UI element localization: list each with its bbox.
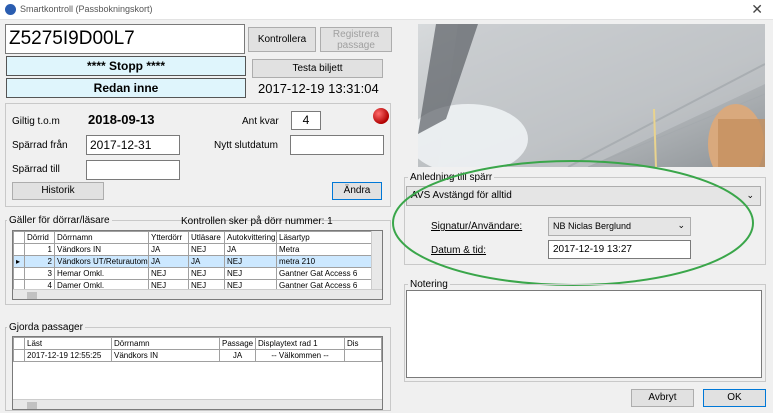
table-cell: 3	[24, 267, 55, 280]
table-cell: Dörrnamn	[111, 337, 220, 350]
table-cell: JA	[188, 255, 225, 268]
table-cell: NEJ	[224, 267, 277, 280]
table-cell: 2	[24, 255, 55, 268]
table-cell: NEJ	[148, 267, 189, 280]
doors-title: Gäller för dörrar/läsare	[7, 215, 112, 226]
table-cell: Vändkors IN	[54, 243, 149, 256]
sparrad-fran-field[interactable]: 2017-12-31	[86, 135, 180, 155]
ok-button[interactable]: OK	[703, 389, 766, 407]
table-cell: metra 210	[276, 255, 373, 268]
close-icon[interactable]: ✕	[751, 1, 763, 18]
historik-button[interactable]: Historik	[12, 182, 104, 200]
table-cell: 1	[24, 243, 55, 256]
app-icon	[5, 4, 16, 15]
row-selector[interactable]	[13, 337, 25, 350]
annotation-ellipse	[392, 160, 754, 286]
red-status-dot	[373, 108, 389, 124]
table-cell: Läst	[24, 337, 112, 350]
passages-grid: Läst Dörrnamn Passage Displaytext rad 1 Dis 2…	[12, 336, 383, 410]
row-selector[interactable]	[13, 243, 25, 256]
current-datetime: 2017-12-19 13:31:04	[258, 81, 379, 96]
kontrollera-button[interactable]: Kontrollera	[248, 27, 316, 52]
title-bar: Smartkontroll (Passbokningskort) ✕	[0, 0, 773, 20]
notes-textarea[interactable]	[406, 290, 762, 378]
table-cell: NEJ	[224, 255, 277, 268]
doors-vscroll[interactable]	[371, 231, 382, 289]
status-stopp: **** Stopp ****	[6, 56, 246, 76]
table-cell: Displaytext rad 1	[255, 337, 345, 350]
antkvar-field[interactable]: 4	[291, 111, 321, 130]
camera-image	[418, 24, 765, 167]
table-cell: 2017-12-19 12:55:25	[24, 349, 112, 362]
table-cell: Hemar Omkl.	[54, 267, 149, 280]
table-cell: Dörrid	[24, 231, 55, 244]
table-cell: -- Välkommen --	[255, 349, 345, 362]
andra-button[interactable]: Ändra	[332, 182, 382, 200]
table-row[interactable]: ▸ 2 Vändkors UT/Returautom JA JA NEJ metra 210	[13, 255, 373, 268]
table-header-row[interactable]: Dörrid Dörrnamn Ytterdörr Utläsare Autokvitt…	[13, 231, 373, 244]
row-selector[interactable]: ▸	[13, 255, 25, 268]
window-title: Smartkontroll (Passbokningskort)	[20, 4, 153, 14]
doors-grid: Dörrid Dörrnamn Ytterdörr Utläsare Autokvitt…	[12, 230, 383, 300]
table-cell: JA	[148, 243, 189, 256]
table-cell: JA	[219, 349, 256, 362]
notes-title: Notering	[408, 279, 450, 290]
passages-title: Gjorda passager	[7, 322, 85, 333]
doors-hscroll-thumb[interactable]	[27, 292, 37, 299]
table-row[interactable]: 3 Hemar Omkl. NEJ NEJ NEJ Gantner Gat Access …	[13, 267, 373, 280]
camera-photo-graphic	[418, 24, 765, 167]
card-id-field[interactable]: Z5275I9D00L7	[5, 24, 245, 54]
sparrad-till-label: Spärrad till	[12, 164, 60, 175]
testa-biljett-button[interactable]: Testa biljett	[252, 59, 383, 78]
table-cell: Utläsare	[188, 231, 225, 244]
nytt-slutdatum-field[interactable]	[290, 135, 384, 155]
avbryt-button[interactable]: Avbryt	[631, 389, 694, 407]
row-selector[interactable]	[13, 349, 25, 362]
giltig-value: 2018-09-13	[88, 112, 155, 127]
table-cell: Dis	[344, 337, 382, 350]
table-cell: Ytterdörr	[148, 231, 189, 244]
row-selector[interactable]	[13, 267, 25, 280]
passages-hscroll[interactable]	[13, 399, 382, 409]
table-cell: JA	[148, 255, 189, 268]
doors-hscroll[interactable]	[13, 289, 382, 299]
table-row[interactable]: 1 Vändkors IN JA NEJ JA Metra	[13, 243, 373, 256]
antkvar-label: Ant kvar	[242, 116, 279, 127]
table-cell: Dörrnamn	[54, 231, 149, 244]
table-cell: Vändkors IN	[111, 349, 220, 362]
giltig-label: Giltig t.o.m	[12, 116, 60, 127]
kontroll-text: Kontrollen sker på dörr nummer: 1	[181, 216, 333, 227]
row-selector[interactable]	[13, 231, 25, 244]
sparrad-till-field[interactable]	[86, 160, 180, 180]
table-cell: NEJ	[188, 243, 225, 256]
status-redan-inne: Redan inne	[6, 78, 246, 98]
table-cell: Gantner Gat Access 6	[276, 267, 373, 280]
table-cell: Metra	[276, 243, 373, 256]
table-cell: Autokvittering	[224, 231, 277, 244]
sparrad-fran-label: Spärrad från	[12, 140, 68, 151]
table-cell: NEJ	[188, 267, 225, 280]
registrera-passage-button[interactable]: Registrera passage	[320, 27, 392, 52]
table-cell: JA	[224, 243, 277, 256]
table-row[interactable]: 2017-12-19 12:55:25 Vändkors IN JA -- Välko…	[13, 349, 382, 362]
table-cell: Passage	[219, 337, 256, 350]
passages-hscroll-thumb[interactable]	[27, 402, 37, 409]
table-header-row[interactable]: Läst Dörrnamn Passage Displaytext rad 1 Dis	[13, 337, 382, 350]
table-cell: Vändkors UT/Returautom	[54, 255, 149, 268]
nytt-slutdatum-label: Nytt slutdatum	[214, 140, 278, 151]
table-cell	[344, 349, 382, 362]
table-cell: Läsartyp	[276, 231, 373, 244]
